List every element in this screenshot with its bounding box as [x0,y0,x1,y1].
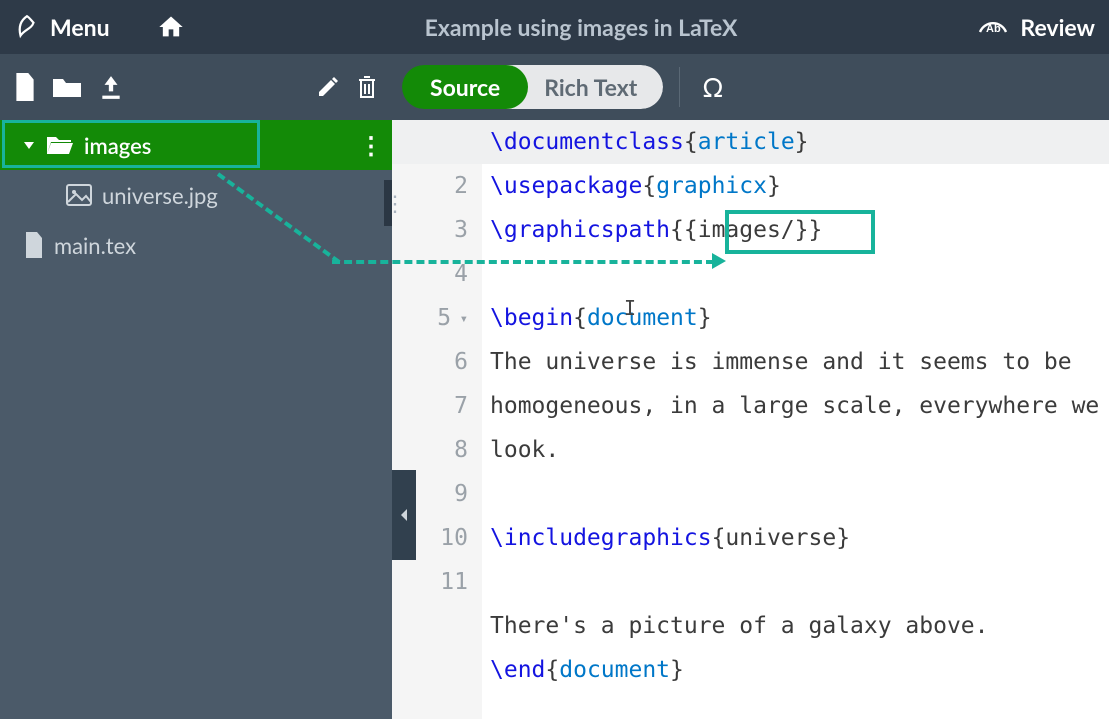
document-file-icon [24,232,44,258]
code-line[interactable] [490,560,1109,604]
code-line[interactable]: \graphicspath{{images/}} [490,208,1109,252]
code-line[interactable] [490,472,1109,516]
toolbar-row: Source Rich Text Ω [0,54,1109,120]
code-line[interactable]: There's a picture of a galaxy above. [490,604,1109,648]
file-row-universe[interactable]: universe.jpg [0,170,392,220]
editor-tools: Source Rich Text Ω [392,54,1109,120]
menu-button[interactable]: Menu [14,13,110,41]
code-token: There's a picture of a galaxy above. [490,613,989,639]
review-button[interactable]: Ab Review [976,13,1095,41]
code-token: { [684,129,698,155]
code-line[interactable] [490,252,1109,296]
folder-name: images [84,132,151,159]
chevron-down-icon [22,138,36,152]
code-token: \documentclass [490,129,684,155]
code-line[interactable]: \includegraphics{universe} [490,516,1109,560]
code-token: } [670,657,684,683]
code-token: { [670,217,684,243]
code-token: \begin [490,305,573,331]
code-token: document [587,305,698,331]
code-token: { [545,657,559,683]
file-row-main-tex[interactable]: main.tex [0,220,392,270]
special-char-button[interactable]: Ω [696,71,729,103]
line-number: 6 [392,340,468,384]
home-button[interactable] [156,13,186,41]
main-area: images ⋮ universe.jpg main.tex 123456789… [0,120,1109,719]
code-line[interactable]: \usepackage{graphicx} [490,164,1109,208]
code-token: graphicx [656,173,767,199]
file-name: universe.jpg [102,182,218,209]
code-token: universe [725,525,836,551]
code-token: } [698,305,712,331]
source-tab-label: Source [430,73,500,101]
code-token: { [712,525,726,551]
line-number: 11 [392,560,468,604]
file-name: main.tex [54,232,136,259]
code-line[interactable]: \begin{document} [490,296,1109,340]
folder-actions-button[interactable]: ⋮ [359,131,382,160]
code-token: { [642,173,656,199]
code-token: {images/} [684,217,809,243]
panel-collapse-button[interactable] [392,470,416,560]
code-line[interactable]: \end{document} [490,648,1109,692]
review-label: Review [1020,13,1095,41]
toolbar-divider [679,67,680,107]
source-tab[interactable]: Source [402,65,528,109]
svg-text:Ab: Ab [986,23,1001,35]
menu-label: Menu [50,13,110,41]
file-tree: images ⋮ universe.jpg main.tex [0,120,392,719]
leaf-logo-icon [14,14,40,40]
richtext-tab-label: Rich Text [544,73,637,101]
panel-resize-handle[interactable] [384,180,392,226]
code-token: } [767,173,781,199]
editor-mode-toggle: Source Rich Text [402,65,663,109]
image-file-icon [66,184,92,206]
editor-code[interactable]: \documentclass{article}\usepackage{graph… [490,120,1109,719]
code-token: \end [490,657,545,683]
line-number: 4 [392,252,468,296]
new-folder-button[interactable] [52,75,82,99]
file-tools [0,54,392,120]
code-token: \graphicspath [490,217,670,243]
code-token: The universe is immense and it seems to … [490,349,1109,463]
code-token: document [559,657,670,683]
code-token: } [795,129,809,155]
code-token: } [809,217,823,243]
upload-button[interactable] [98,74,124,100]
code-line[interactable]: The universe is immense and it seems to … [490,340,1109,472]
code-token: \includegraphics [490,525,712,551]
header-bar: Menu Example using images in LaTeX Ab Re… [0,0,1109,54]
code-token: \usepackage [490,173,642,199]
code-line[interactable]: \documentclass{article} [392,120,1109,164]
delete-button[interactable] [356,74,378,100]
code-token: } [836,525,850,551]
new-file-button[interactable] [14,73,36,101]
review-icon: Ab [976,14,1010,40]
code-token: { [573,305,587,331]
line-number: 5 [392,296,468,340]
rename-button[interactable] [316,75,340,99]
project-title: Example using images in LaTeX [186,13,977,41]
folder-row-images[interactable]: images ⋮ [0,120,392,170]
folder-open-icon [46,134,74,156]
code-token: article [698,129,795,155]
code-editor[interactable]: 1234567891011 \documentclass{article}\us… [392,120,1109,719]
line-number: 8 [392,428,468,472]
line-number: 7 [392,384,468,428]
richtext-tab[interactable]: Rich Text [506,65,663,109]
